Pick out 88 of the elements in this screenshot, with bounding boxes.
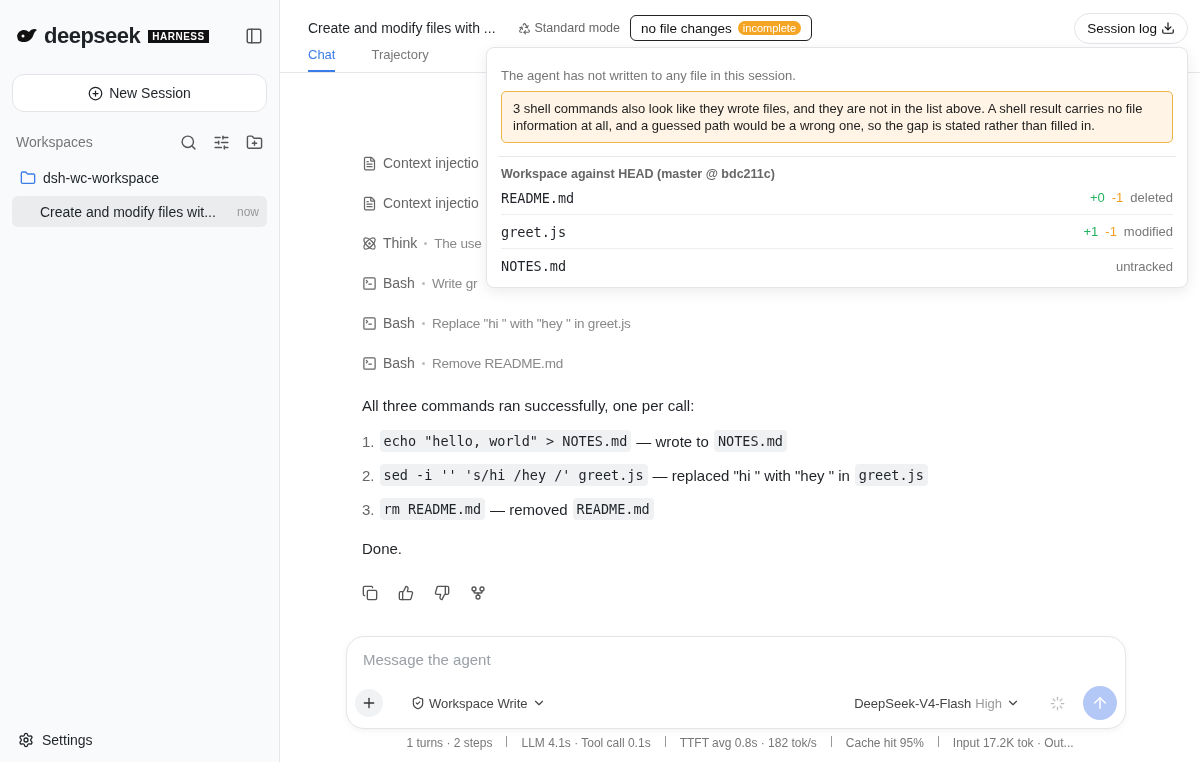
brand-name: deepseek [44, 23, 141, 49]
file-name: README.md [501, 189, 576, 206]
settings-icon [18, 732, 34, 748]
file-status: deleted [1130, 190, 1173, 205]
filter-icon[interactable] [213, 133, 230, 151]
stat-text: 1 turns · 2 steps [406, 736, 493, 750]
inline-code: echo "hello, world" > NOTES.md [379, 430, 632, 452]
list-number: 3. [362, 500, 375, 518]
plus-circle-icon [88, 85, 104, 101]
thumbs-up-icon[interactable] [398, 585, 414, 601]
terminal-icon [362, 275, 377, 291]
step-detail: Replace "hi " with "hey " in greet.js [431, 315, 631, 331]
model-dropdown[interactable]: DeepSeek-V4-Flash High [848, 694, 1026, 712]
list-number: 1. [362, 432, 375, 450]
terminal-icon [362, 355, 377, 371]
new-folder-icon[interactable] [246, 133, 263, 151]
separator-dot [421, 321, 425, 325]
search-icon[interactable] [180, 133, 197, 151]
file-changes-button[interactable]: no file changes incomplete [630, 15, 813, 41]
folder-icon [20, 170, 36, 186]
session-item[interactable]: Create and modify files wit... now [12, 196, 267, 227]
session-log-button[interactable]: Session log [1074, 12, 1188, 44]
separator-dot [424, 241, 428, 245]
attach-button[interactable] [355, 689, 383, 717]
plus-icon [361, 695, 377, 711]
popover-note: The agent has not written to any file in this session. [501, 68, 797, 83]
added-count: +1 [1083, 224, 1099, 239]
tab[interactable]: Chat [308, 47, 336, 72]
removed-count: -1 [1105, 224, 1117, 239]
step-label: Think [383, 235, 418, 251]
stat-text: Input 17.2K tok · Out... [952, 736, 1074, 750]
stat-text: TTFT avg 0.8s · 182 tok/s [679, 736, 817, 750]
session-time: now [237, 204, 259, 219]
brand-badge: HARNESS [148, 29, 209, 43]
warning-message: 3 shell commands also look like they wrote files, and they are not in the list above. A shell result carries no file information at all, and a guessed path would be a wrong one, so the gap is stated rather than filled in. [501, 91, 1173, 143]
answer-text: All three commands ran successfully, one per call: [362, 397, 696, 414]
list-text: — removed [490, 500, 568, 518]
list-text: — replaced "hi " with "hey " in [652, 466, 850, 484]
document-icon [362, 195, 377, 211]
list-text: — wrote to [636, 432, 709, 450]
step-detail: Write gr [431, 275, 478, 291]
list-number: 2. [362, 466, 375, 484]
download-icon [1161, 21, 1175, 35]
file-name: NOTES.md [501, 258, 568, 274]
inline-code: README.md [572, 498, 654, 520]
added-count: +0 [1089, 190, 1105, 205]
separator-dot [421, 361, 425, 365]
whale-logo-icon [16, 27, 38, 45]
new-session-button[interactable]: New Session [12, 74, 267, 112]
step-label: Bash [383, 355, 415, 371]
inline-code: sed -i '' 's/hi /hey /' greet.js [379, 464, 648, 486]
inline-code: NOTES.md [713, 430, 787, 452]
stat-text: Cache hit 95% [845, 736, 924, 750]
session-title: Create and modify files wit... [40, 203, 216, 220]
status-badge: incomplete [737, 21, 802, 35]
step-detail: The use [434, 235, 482, 251]
workspaces-label: Workspaces [16, 134, 94, 150]
terminal-icon [362, 315, 377, 331]
step-detail: Remove README.md [431, 355, 563, 371]
mode-label: Standard mode [517, 21, 620, 35]
separator-dot [421, 281, 425, 285]
copy-icon[interactable] [362, 585, 378, 601]
tab[interactable]: Trajectory [371, 47, 429, 72]
inline-code: greet.js [854, 464, 928, 486]
step-label: Context injectio [383, 155, 479, 171]
stat-text: LLM 4.1s · Tool call 0.1s [521, 736, 651, 750]
removed-count: -1 [1111, 190, 1124, 205]
settings-link[interactable]: Settings [12, 732, 267, 748]
permission-dropdown[interactable]: Workspace Write [405, 694, 552, 712]
answer-text: Done. [362, 540, 404, 557]
document-icon [362, 155, 377, 171]
recycle-icon [517, 21, 531, 35]
sidebar-toggle-icon[interactable] [245, 27, 263, 45]
shield-icon [411, 696, 425, 710]
step-label: Bash [383, 315, 415, 331]
branch-icon[interactable] [470, 585, 486, 601]
step-label: Context injectio [383, 195, 479, 211]
step-label: Bash [383, 275, 415, 291]
session-title: Create and modify files with ... [308, 20, 496, 36]
thumbs-down-icon[interactable] [434, 585, 450, 601]
file-status: untracked [1115, 258, 1173, 274]
inline-code: rm README.md [379, 498, 486, 520]
file-name: greet.js [501, 223, 568, 240]
atom-icon [362, 235, 377, 251]
workspace-item[interactable]: dsh-wc-workspace [43, 170, 159, 186]
section-heading: Workspace against HEAD (master @ bdc211c) [501, 167, 776, 181]
file-status: modified [1123, 224, 1173, 239]
spinner-icon [1050, 695, 1065, 711]
